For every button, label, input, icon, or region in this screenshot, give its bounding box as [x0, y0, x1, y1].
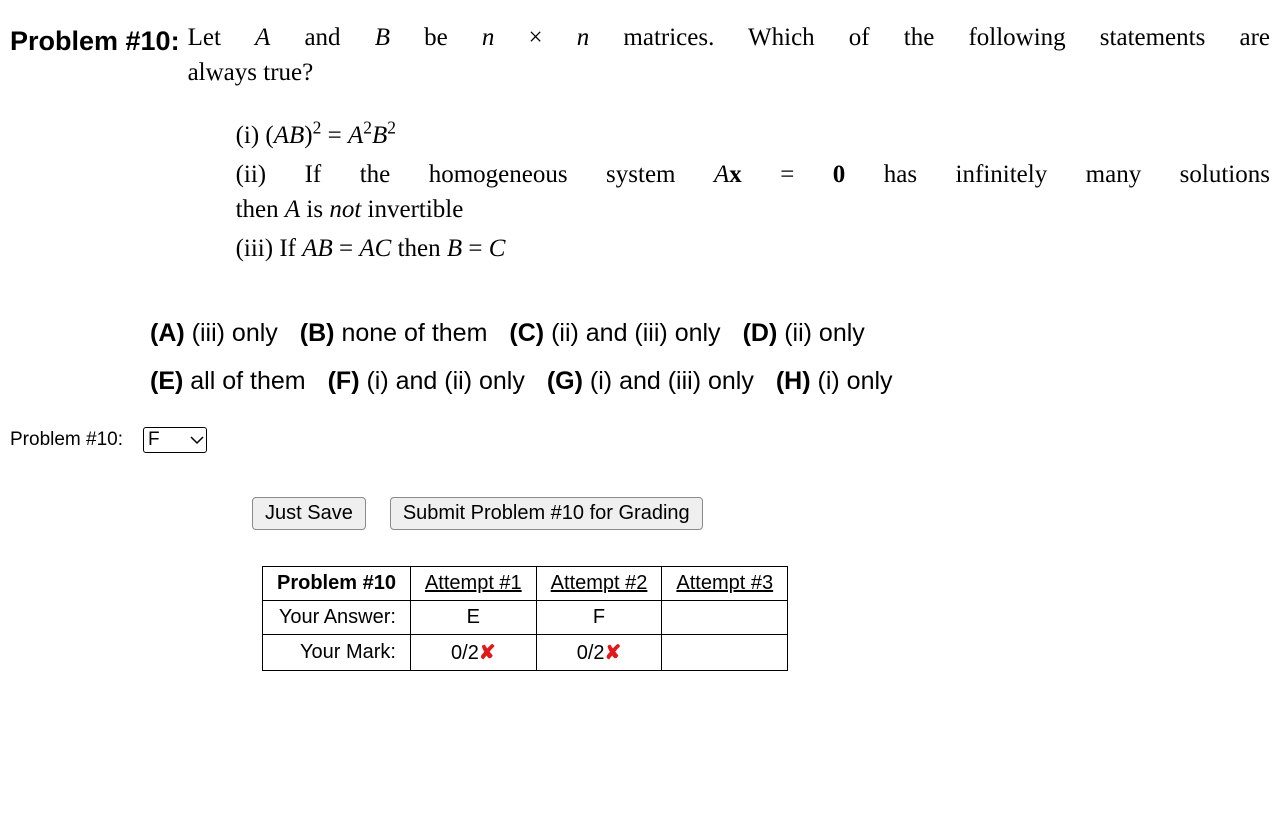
just-save-button[interactable]: Just Save — [252, 497, 366, 530]
results-header-problem: Problem #10 — [263, 567, 411, 601]
answer-select[interactable]: F — [143, 427, 207, 453]
option-g: (G) (i) and (iii) only — [547, 358, 754, 406]
answer-attempt-2: F — [536, 601, 662, 635]
option-a: (A) (iii) only — [150, 310, 278, 358]
your-mark-label: Your Mark: — [263, 635, 411, 671]
option-c: (C) (ii) and (iii) only — [509, 310, 720, 358]
problem-number-title: Problem #10: — [10, 26, 180, 57]
results-header-attempt-1[interactable]: Attempt #1 — [410, 567, 536, 601]
submit-button[interactable]: Submit Problem #10 for Grading — [390, 497, 703, 530]
statement-ii: (ii) If the homogeneous system Ax = 0 ha… — [236, 157, 1270, 227]
answer-attempt-3 — [662, 601, 788, 635]
option-d: (D) (ii) only — [743, 310, 865, 358]
results-header-attempt-3[interactable]: Attempt #3 — [662, 567, 788, 601]
results-header-attempt-2[interactable]: Attempt #2 — [536, 567, 662, 601]
mark-attempt-3 — [662, 635, 788, 671]
option-f: (F) (i) and (ii) only — [328, 358, 525, 406]
statements-block: (i) (AB)2 = A2B2 (ii) If the homogeneous… — [236, 118, 1270, 266]
question-text: Let A and B be n × n matrices. Which of … — [188, 20, 1270, 90]
answer-row-label: Problem #10: — [10, 429, 123, 451]
results-table: Problem #10 Attempt #1 Attempt #2 Attemp… — [262, 566, 788, 671]
chevron-down-icon — [190, 429, 204, 451]
your-answer-label: Your Answer: — [263, 601, 411, 635]
statement-iii: (iii) If AB = AC then B = C — [236, 231, 1270, 266]
statement-i: (i) (AB)2 = A2B2 — [236, 118, 1270, 153]
option-b: (B) none of them — [300, 310, 488, 358]
answer-attempt-1: E — [410, 601, 536, 635]
mark-attempt-1: 0/2✘ — [410, 635, 536, 671]
options-block: (A) (iii) only (B) none of them (C) (ii)… — [150, 310, 1270, 405]
option-h: (H) (i) only — [776, 358, 893, 406]
mark-attempt-2: 0/2✘ — [536, 635, 662, 671]
answer-select-value: F — [148, 429, 160, 451]
option-e: (E) all of them — [150, 358, 306, 406]
